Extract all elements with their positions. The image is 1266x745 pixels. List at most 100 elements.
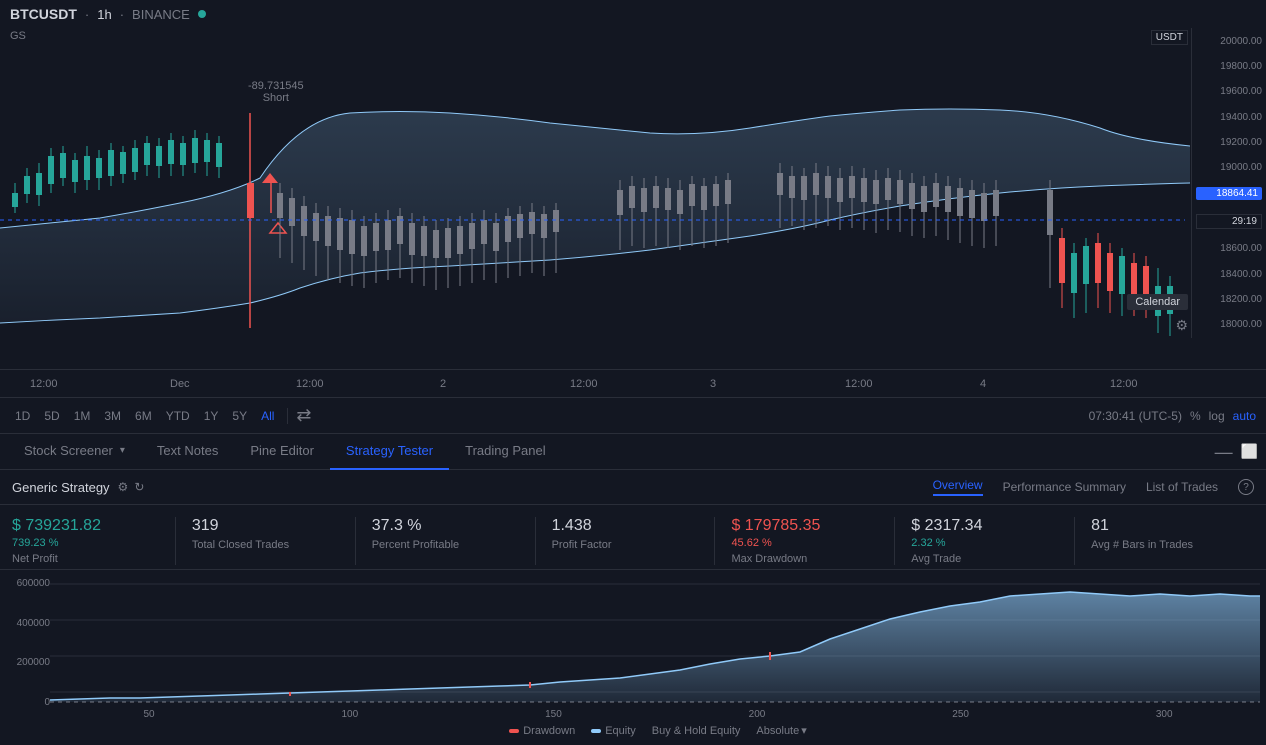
tab-pine-editor[interactable]: Pine Editor: [234, 434, 330, 470]
tf-ytd[interactable]: YTD: [161, 407, 195, 425]
strategy-header: Generic Strategy ⚙ ↻ Overview Performanc…: [0, 470, 1266, 505]
stat-percent-profitable: 37.3 % Percent Profitable: [356, 517, 536, 565]
price-19200: 19200.00: [1196, 137, 1262, 148]
max-drawdown-label: Max Drawdown: [731, 553, 878, 565]
stat-max-drawdown: $ 179785.35 45.62 % Max Drawdown: [715, 517, 895, 565]
price-19800: 19800.00: [1196, 61, 1262, 72]
price-19400: 19400.00: [1196, 112, 1262, 123]
current-price: 18864.41: [1196, 187, 1262, 200]
legend-drawdown: Drawdown: [509, 725, 575, 737]
tf-6m[interactable]: 6M: [130, 407, 157, 425]
refresh-icon[interactable]: ↻: [134, 480, 144, 494]
strategy-name: Generic Strategy: [12, 480, 110, 495]
toolbar: 1D 5D 1M 3M 6M YTD 1Y 5Y All ⇄ 07:30:41 …: [0, 398, 1266, 434]
net-profit-label: Net Profit: [12, 553, 159, 565]
stats-row: $ 739231.82 739.23 % Net Profit 319 Tota…: [0, 505, 1266, 570]
strategy-tab-overview[interactable]: Overview: [933, 478, 983, 496]
price-18600: 18600.00: [1196, 243, 1262, 254]
strategy-tab-trades[interactable]: List of Trades: [1146, 480, 1218, 494]
settings-icon[interactable]: ⚙: [118, 480, 129, 494]
timeframe-buttons: 1D 5D 1M 3M 6M YTD 1Y 5Y All ⇄: [10, 405, 312, 426]
auto-toggle[interactable]: auto: [1233, 409, 1256, 423]
time-axis: 12:00 Dec 12:00 2 12:00 3 12:00 4 12:00: [0, 370, 1266, 398]
time-1200-2: 12:00: [296, 378, 324, 390]
symbol-label: BTCUSDT: [10, 6, 77, 22]
tf-all[interactable]: All: [256, 407, 279, 425]
tab-text-notes[interactable]: Text Notes: [141, 434, 234, 470]
price-29-19: 29:19: [1196, 214, 1262, 229]
usdt-label: USDT: [1151, 30, 1188, 45]
strategy-icons: ⚙ ↻: [118, 480, 145, 494]
y-axis-labels: 600000 400000 200000 0: [0, 578, 48, 708]
timeframe-label: 1h: [97, 7, 111, 22]
equity-chart: 600000 400000 200000 0: [0, 570, 1266, 745]
x-150: 150: [545, 709, 562, 720]
tab-strategy-tester[interactable]: Strategy Tester: [330, 434, 449, 470]
calendar-button[interactable]: Calendar: [1127, 294, 1188, 310]
tab-controls: — ⬜: [1215, 443, 1258, 461]
price-18200: 18200.00: [1196, 294, 1262, 305]
absolute-button[interactable]: Absolute ▾: [756, 724, 806, 737]
price-18400: 18400.00: [1196, 269, 1262, 280]
total-trades-label: Total Closed Trades: [192, 539, 339, 551]
log-toggle[interactable]: log: [1209, 409, 1225, 423]
tf-1d[interactable]: 1D: [10, 407, 35, 425]
percent-toggle[interactable]: %: [1190, 409, 1201, 423]
price-axis: 20000.00 19800.00 19600.00 19400.00 1920…: [1191, 28, 1266, 338]
price-20000: 20000.00: [1196, 36, 1262, 47]
text-notes-label: Text Notes: [157, 443, 218, 458]
chart-settings-icon[interactable]: ⚙: [1175, 317, 1188, 334]
tf-1y[interactable]: 1Y: [199, 407, 224, 425]
stat-avg-trade: $ 2317.34 2.32 % Avg Trade: [895, 517, 1075, 565]
chart-legend: Drawdown Equity Buy & Hold Equity Absolu…: [50, 720, 1266, 741]
stat-profit-factor: 1.438 Profit Factor: [536, 517, 716, 565]
exchange-label: BINANCE: [132, 7, 190, 22]
tabs-bar: Stock Screener ▾ Text Notes Pine Editor …: [0, 434, 1266, 470]
chart-svg: [0, 28, 1190, 338]
x-300: 300: [1156, 709, 1173, 720]
max-drawdown-sub: 45.62 %: [731, 537, 878, 549]
tab-trading-panel[interactable]: Trading Panel: [449, 434, 561, 470]
tf-5y[interactable]: 5Y: [227, 407, 252, 425]
tf-1m[interactable]: 1M: [69, 407, 96, 425]
buy-hold-label: Buy & Hold Equity: [652, 725, 741, 737]
stat-total-trades: 319 Total Closed Trades: [176, 517, 356, 565]
toolbar-divider: [287, 408, 288, 424]
x-axis-labels: 50 100 150 200 250 300: [50, 709, 1266, 720]
stat-net-profit: $ 739231.82 739.23 % Net Profit: [12, 517, 176, 565]
time-1200-4: 12:00: [845, 378, 873, 390]
legend-buy-hold: Buy & Hold Equity: [652, 725, 741, 737]
strategy-tester-label: Strategy Tester: [346, 443, 433, 458]
compare-icon[interactable]: ⇄: [296, 405, 311, 426]
help-icon[interactable]: ?: [1238, 479, 1254, 495]
strategy-tab-performance[interactable]: Performance Summary: [1003, 480, 1126, 494]
profit-factor-label: Profit Factor: [552, 539, 699, 551]
bottom-panel: Generic Strategy ⚙ ↻ Overview Performanc…: [0, 470, 1266, 745]
minimize-button[interactable]: —: [1215, 443, 1233, 461]
equity-label: Equity: [605, 725, 636, 737]
time-2: 2: [440, 378, 446, 390]
avg-bars-label: Avg # Bars in Trades: [1091, 539, 1238, 551]
pine-editor-label: Pine Editor: [250, 443, 314, 458]
equity-fill: [50, 592, 1260, 702]
equity-chart-svg: [50, 574, 1266, 704]
equity-dot: [591, 729, 601, 733]
y-600k: 600000: [0, 578, 50, 589]
drawdown-label: Drawdown: [523, 725, 575, 737]
avg-bars-value: 81: [1091, 517, 1238, 535]
separator: ·: [85, 7, 89, 22]
chart-container: BTCUSDT · 1h · BINANCE GS -89.731545 Sho…: [0, 0, 1266, 370]
maximize-button[interactable]: ⬜: [1241, 443, 1258, 460]
time-1200-1: 12:00: [30, 378, 58, 390]
x-100: 100: [341, 709, 358, 720]
percent-profitable-label: Percent Profitable: [372, 539, 519, 551]
tf-3m[interactable]: 3M: [99, 407, 126, 425]
tf-5d[interactable]: 5D: [39, 407, 64, 425]
toolbar-right: 07:30:41 (UTC-5) % log auto: [1089, 409, 1256, 423]
absolute-label: Absolute: [756, 725, 799, 737]
stock-screener-label: Stock Screener: [24, 443, 113, 458]
tab-stock-screener[interactable]: Stock Screener ▾: [8, 434, 141, 470]
chart-header: BTCUSDT · 1h · BINANCE: [0, 0, 1266, 28]
price-19000: 19000.00: [1196, 162, 1262, 173]
percent-profitable-value: 37.3 %: [372, 517, 519, 535]
